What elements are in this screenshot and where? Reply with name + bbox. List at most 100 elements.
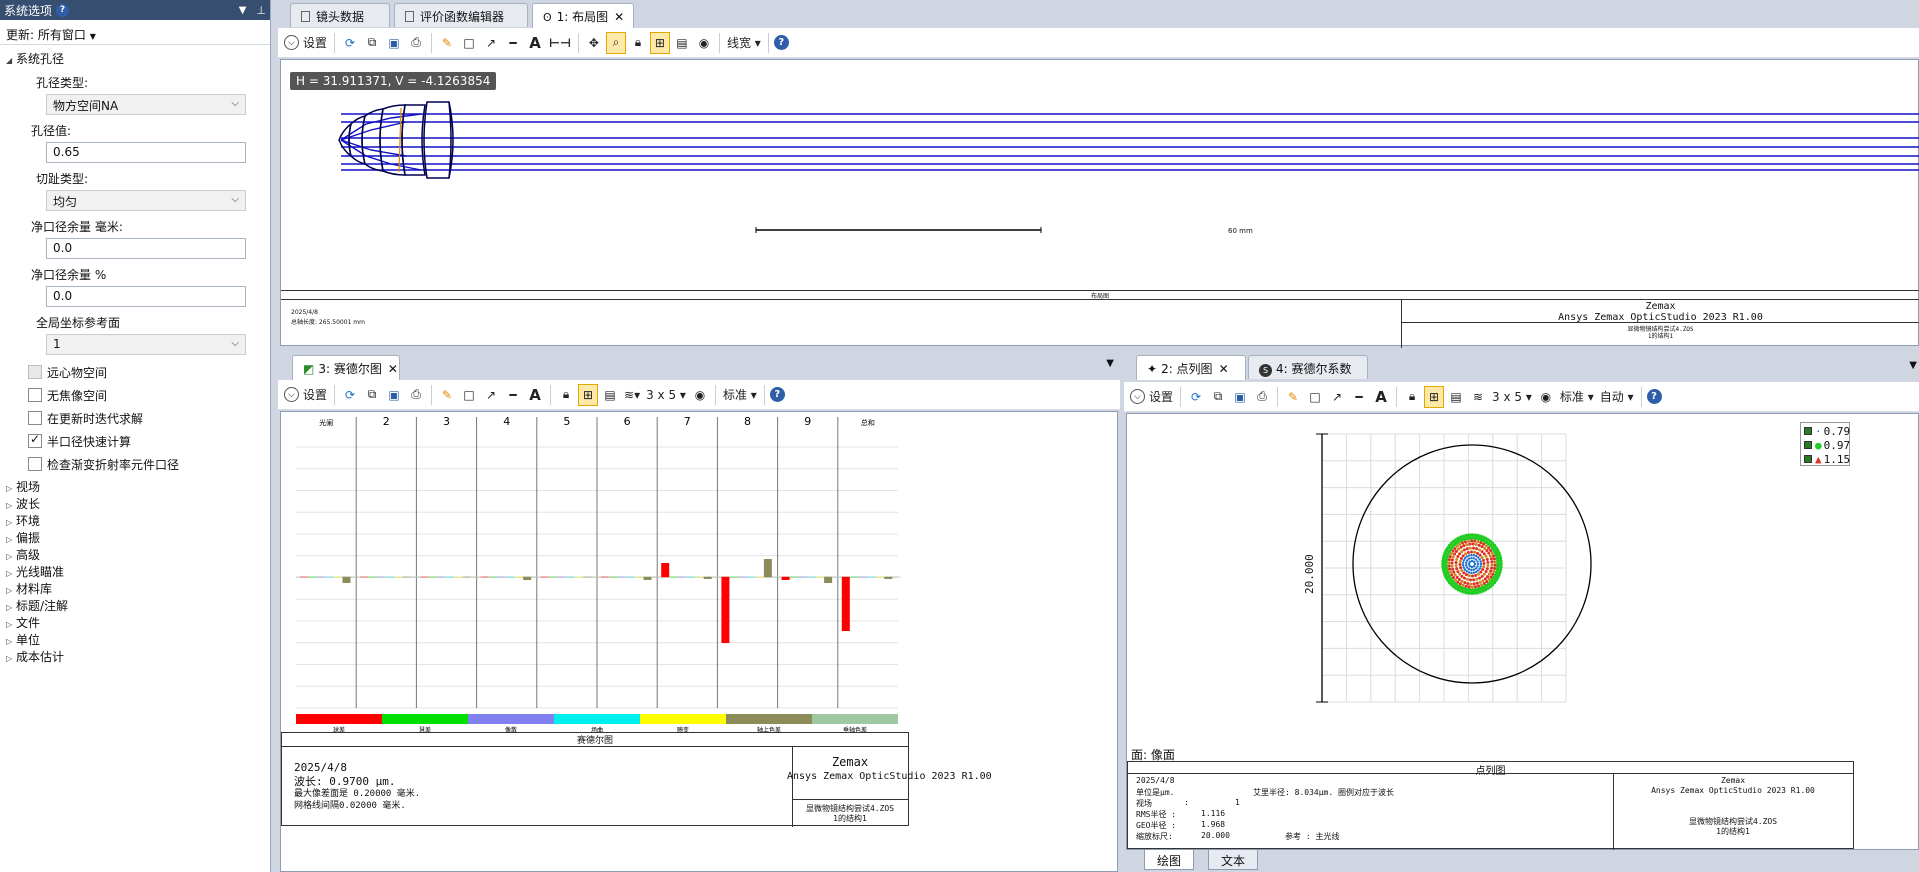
- print-icon[interactable]: ⎙: [406, 32, 426, 54]
- tree-item[interactable]: ▷ 高级: [6, 546, 40, 563]
- help-icon[interactable]: ?: [773, 35, 789, 50]
- auto-update-icon[interactable]: ◉: [1536, 386, 1556, 408]
- tab-lens-data[interactable]: 镜头数据: [290, 3, 390, 27]
- tree-item[interactable]: ▷ 偏振: [6, 529, 40, 546]
- seidel-plot-area[interactable]: 光阑 2 3 4 5 6 7 8 9 总和 球差 慧差 像散 场曲 畸变 轴上色差 垂轴色差 赛德尔图 2025…: [280, 411, 1118, 872]
- help-icon[interactable]: ?: [769, 387, 785, 402]
- tab-merit-function[interactable]: 评价函数编辑器: [394, 3, 528, 27]
- tab-seidel-diagram[interactable]: ◩ 3: 赛德尔图 ✕: [292, 355, 400, 380]
- text-icon[interactable]: A: [525, 384, 545, 406]
- expand-settings-icon[interactable]: ⌵: [284, 35, 299, 50]
- copy-icon[interactable]: ⧉: [362, 32, 382, 54]
- pencil-icon[interactable]: ✎: [437, 384, 457, 406]
- line-icon[interactable]: ━: [1349, 386, 1369, 408]
- pin-icon[interactable]: ⊥: [256, 4, 266, 17]
- tree-item[interactable]: ▷ 波长: [6, 495, 40, 512]
- checkbox-5[interactable]: [28, 457, 42, 471]
- expand-settings-icon[interactable]: ⌵: [284, 387, 299, 402]
- grid-size-dropdown[interactable]: 3 x 5 ▾: [644, 384, 688, 406]
- arrow-icon[interactable]: ↗: [1327, 386, 1347, 408]
- tree-item[interactable]: ▷ 单位: [6, 631, 40, 648]
- zoom-icon[interactable]: ⌕: [605, 31, 626, 54]
- tree-item[interactable]: ▷ 光线瞄准: [6, 563, 64, 580]
- help-icon[interactable]: ?: [56, 3, 70, 17]
- tab-spot-diagram[interactable]: ✦ 2: 点列图 ✕: [1136, 355, 1246, 380]
- pan-icon[interactable]: ✥: [584, 32, 604, 54]
- text-icon[interactable]: A: [525, 32, 545, 54]
- tree-item[interactable]: ▷ 材料库: [6, 580, 52, 597]
- save-icon[interactable]: ▣: [384, 32, 404, 54]
- linewidth-dropdown[interactable]: 线宽 ▾: [725, 32, 763, 54]
- window-menu-icon[interactable]: ▼: [1106, 358, 1114, 369]
- save-icon[interactable]: ▣: [384, 384, 404, 406]
- refresh-icon[interactable]: ⟳: [340, 32, 360, 54]
- lock-icon[interactable]: 🔒︎: [556, 384, 576, 406]
- apodization-select[interactable]: 均匀 ⌵: [46, 190, 246, 211]
- line-icon[interactable]: ━: [503, 384, 523, 406]
- print-icon[interactable]: ⎙: [1252, 386, 1272, 408]
- tab-layout[interactable]: ʘ 1: 布局图 ✕: [532, 3, 634, 28]
- line-icon[interactable]: ━: [503, 32, 523, 54]
- text-icon[interactable]: A: [1371, 386, 1391, 408]
- auto-update-icon[interactable]: ◉: [694, 32, 714, 54]
- section-system-aperture[interactable]: ◢ 系统孔径: [6, 50, 64, 67]
- auto-dropdown[interactable]: 自动 ▾: [1598, 386, 1636, 408]
- auto-update-icon[interactable]: ◉: [690, 384, 710, 406]
- update-all-windows-dropdown[interactable]: 更新: 所有窗口 ▼: [6, 26, 96, 43]
- grid-layout-icon[interactable]: ⊞: [649, 31, 670, 54]
- tree-item[interactable]: ▷ 标题/注解: [6, 597, 68, 614]
- window-icon[interactable]: ▤: [600, 384, 620, 406]
- checkbox-2[interactable]: [28, 388, 42, 402]
- splitter[interactable]: [271, 0, 278, 872]
- layers-icon[interactable]: ≋▾: [622, 384, 642, 406]
- window-icon[interactable]: ▤: [1446, 386, 1466, 408]
- window-icon[interactable]: ▤: [672, 32, 692, 54]
- print-icon[interactable]: ⎙: [406, 384, 426, 406]
- refresh-icon[interactable]: ⟳: [1186, 386, 1206, 408]
- tree-item[interactable]: ▷ 成本估计: [6, 648, 64, 665]
- checkbox-4[interactable]: ✓: [28, 432, 42, 448]
- rectangle-icon[interactable]: □: [459, 32, 479, 54]
- close-icon[interactable]: ✕: [1219, 362, 1229, 376]
- checkbox-3[interactable]: [28, 411, 42, 425]
- standard-dropdown[interactable]: 标准 ▾: [1558, 386, 1596, 408]
- tree-item[interactable]: ▷ 文件: [6, 614, 40, 631]
- settings-button[interactable]: 设置: [1147, 386, 1175, 408]
- expand-settings-icon[interactable]: ⌵: [1130, 389, 1145, 404]
- dimension-icon[interactable]: ⊢⊣: [547, 32, 573, 54]
- save-icon[interactable]: ▣: [1230, 386, 1250, 408]
- copy-icon[interactable]: ⧉: [1208, 386, 1228, 408]
- arrow-icon[interactable]: ↗: [481, 384, 501, 406]
- tab-plot[interactable]: 绘图: [1144, 850, 1195, 870]
- aperture-type-select[interactable]: 物方空间NA ⌵: [46, 94, 246, 115]
- tree-item[interactable]: ▷ 环境: [6, 512, 40, 529]
- dropdown-arrow-icon[interactable]: ▼: [239, 5, 247, 16]
- standard-dropdown[interactable]: 标准 ▾: [721, 384, 759, 406]
- window-menu-icon[interactable]: ▼: [1909, 360, 1917, 371]
- clear-margin-mm-input[interactable]: 0.0: [46, 238, 246, 259]
- arrow-icon[interactable]: ↗: [481, 32, 501, 54]
- grid-size-dropdown[interactable]: 3 x 5 ▾: [1490, 386, 1534, 408]
- global-ref-select[interactable]: 1 ⌵: [46, 334, 246, 355]
- grid-layout-icon[interactable]: ⊞: [1424, 385, 1445, 408]
- close-icon[interactable]: ✕: [388, 362, 398, 376]
- tab-seidel-coefficients[interactable]: S 4: 赛德尔系数: [1248, 355, 1368, 379]
- settings-button[interactable]: 设置: [301, 384, 329, 406]
- lock-icon[interactable]: 🔒︎: [628, 32, 648, 54]
- pencil-icon[interactable]: ✎: [437, 32, 457, 54]
- copy-icon[interactable]: ⧉: [362, 384, 382, 406]
- spot-plot-area[interactable]: 20.000 · 0.79 ● 0.97 ▲ 1.15 面: 像面 点列图 2025/4/…: [1126, 413, 1919, 850]
- grid-layout-icon[interactable]: ⊞: [578, 383, 599, 406]
- layers-icon[interactable]: ≋: [1468, 386, 1488, 408]
- help-icon[interactable]: ?: [1646, 389, 1662, 404]
- tree-item[interactable]: ▷ 视场: [6, 478, 40, 495]
- close-icon[interactable]: ✕: [614, 10, 624, 24]
- clear-margin-pct-input[interactable]: 0.0: [46, 286, 246, 307]
- lock-icon[interactable]: 🔒︎: [1402, 386, 1422, 408]
- pencil-icon[interactable]: ✎: [1283, 386, 1303, 408]
- rectangle-icon[interactable]: □: [459, 384, 479, 406]
- settings-button[interactable]: 设置: [301, 32, 329, 54]
- refresh-icon[interactable]: ⟳: [340, 384, 360, 406]
- rectangle-icon[interactable]: □: [1305, 386, 1325, 408]
- layout-plot-area[interactable]: H = 31.911371, V = -4.1263854 60 mm 布局图 …: [280, 59, 1919, 348]
